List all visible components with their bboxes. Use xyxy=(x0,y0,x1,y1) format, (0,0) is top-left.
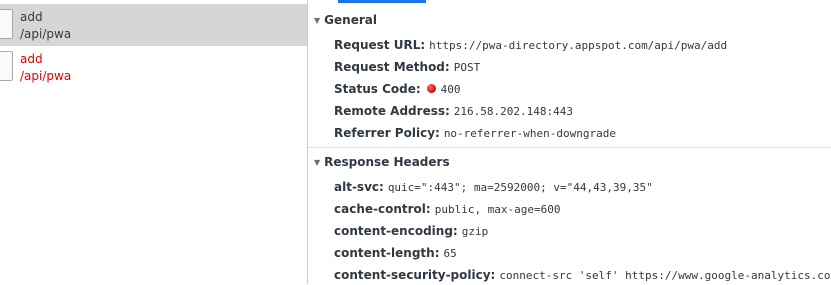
file-icon xyxy=(0,9,13,39)
triangle-down-icon: ▼ xyxy=(314,158,321,167)
section-title: General xyxy=(324,13,377,27)
row-value: no-referrer-when-downgrade xyxy=(443,127,616,140)
section-divider xyxy=(308,147,831,148)
request-path: /api/pwa xyxy=(20,69,72,83)
status-error-dot-icon xyxy=(426,84,436,93)
response-headers-section-header[interactable]: ▼ Response Headers xyxy=(314,152,450,172)
triangle-down-icon: ▼ xyxy=(314,16,321,25)
row-key: Request Method: xyxy=(334,60,450,74)
request-name: add xyxy=(20,52,43,66)
row-key: alt-svc: xyxy=(334,180,384,194)
response-header-row: content-length: 65 xyxy=(334,244,457,262)
row-value: connect-src 'self' https://www.google-an… xyxy=(499,269,831,282)
section-title: Response Headers xyxy=(324,155,450,169)
row-value: 65 xyxy=(443,247,457,260)
row-value: POST xyxy=(453,61,481,74)
row-value: quic=":443"; ma=2592000; v="44,43,39,35" xyxy=(387,181,653,194)
response-header-row: alt-svc: quic=":443"; ma=2592000; v="44,4… xyxy=(334,178,653,196)
response-header-row: content-encoding: gzip xyxy=(334,222,488,240)
file-icon xyxy=(0,51,13,81)
row-key: cache-control: xyxy=(334,202,431,216)
request-row[interactable]: add /api/pwa xyxy=(0,4,307,46)
general-section-header[interactable]: ▼ General xyxy=(314,10,377,30)
request-name: add xyxy=(20,10,43,24)
general-row-request-method: Request Method: POST xyxy=(334,58,480,76)
request-row[interactable]: add /api/pwa xyxy=(0,46,307,88)
general-row-referrer-policy: Referrer Policy: no-referrer-when-downgra… xyxy=(334,124,616,142)
row-value: gzip xyxy=(461,225,489,238)
row-key: Referrer Policy: xyxy=(334,126,440,140)
row-value: public, max-age=600 xyxy=(434,203,561,216)
row-key: Remote Address: xyxy=(334,104,450,118)
response-header-row: cache-control: public, max-age=600 xyxy=(334,200,561,218)
headers-panel: ▼ General Request URL: https://pwa-directo… xyxy=(308,0,831,284)
row-value: https://pwa-directory.appspot.com/api/pw… xyxy=(429,39,728,52)
request-path: /api/pwa xyxy=(20,27,72,41)
row-value: 400 xyxy=(440,83,461,96)
general-row-remote-address: Remote Address: 216.58.202.148:443 xyxy=(334,102,573,120)
request-list: add /api/pwa add /api/pwa xyxy=(0,0,307,284)
row-key: content-encoding: xyxy=(334,224,458,238)
general-row-request-url: Request URL: https://pwa-directory.appspo… xyxy=(334,36,727,54)
response-header-row: content-security-policy: connect-src 'sel… xyxy=(334,266,831,284)
row-key: Status Code: xyxy=(334,82,421,96)
row-key: content-security-policy: xyxy=(334,268,496,282)
row-key: Request URL: xyxy=(334,38,426,52)
row-value: 216.58.202.148:443 xyxy=(453,105,574,118)
general-row-status-code: Status Code: 400 xyxy=(334,80,461,98)
row-key: content-length: xyxy=(334,246,440,260)
active-tab-indicator xyxy=(338,0,426,3)
